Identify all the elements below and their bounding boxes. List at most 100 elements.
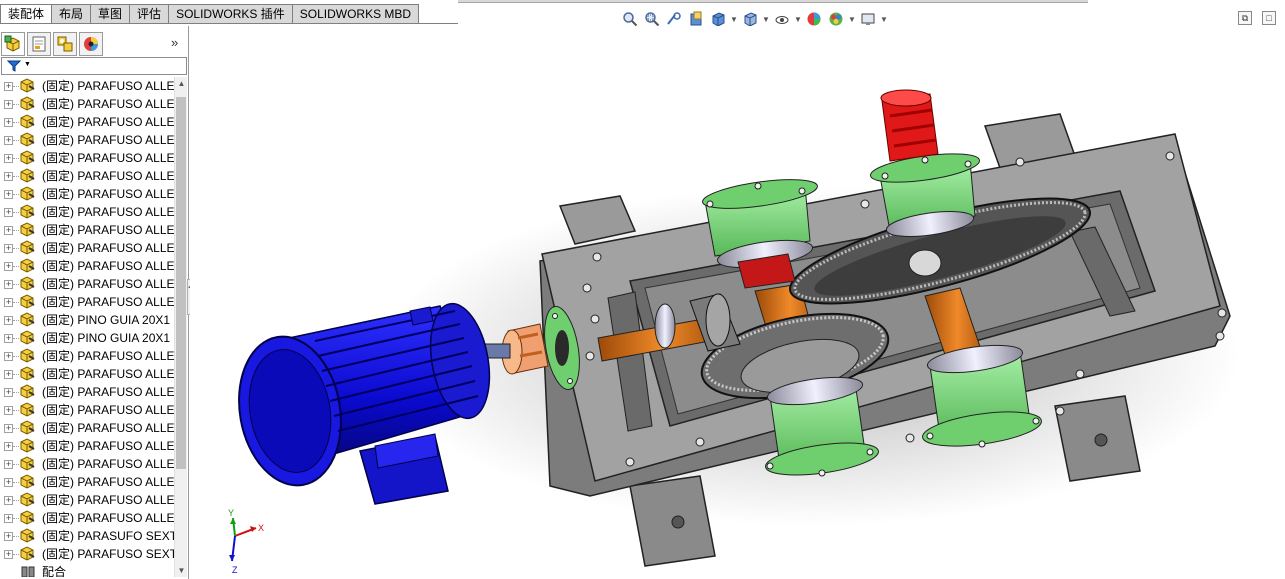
fixed-prefix: (固定) [42, 295, 74, 309]
tree-item[interactable]: + (固定) PARAFUSO ALLE [0, 185, 174, 203]
tree-item[interactable]: + (固定) PARAFUSO ALLE [0, 473, 174, 491]
tab-assembly[interactable]: 装配体 [0, 4, 53, 24]
expand-toggle[interactable]: + [4, 442, 13, 451]
tree-item[interactable]: + (固定) PARAFUSO ALLE [0, 491, 174, 509]
expand-toggle[interactable]: + [4, 208, 13, 217]
expand-toggle[interactable]: + [4, 226, 13, 235]
expand-toggle[interactable]: + [4, 172, 13, 181]
expand-toggle[interactable]: + [4, 136, 13, 145]
scroll-up-arrow[interactable]: ▲ [175, 77, 188, 90]
tree-item[interactable]: + (固定) PARAFUSO ALLE [0, 221, 174, 239]
maximize-viewport-icon[interactable]: □ [1262, 11, 1276, 25]
expand-toggle[interactable]: + [4, 298, 13, 307]
part-name: PARAFUSO ALLE [77, 295, 174, 309]
output-coupling[interactable] [880, 89, 939, 162]
graphics-area[interactable]: X Y Z [190, 26, 1285, 579]
expand-toggle[interactable]: + [4, 82, 13, 91]
display-style-dropdown[interactable]: ▼ [762, 15, 770, 24]
tree-item[interactable]: + (固定) PARAFUSO ALLE [0, 203, 174, 221]
tree-item[interactable]: + (固定) PARAFUSO ALLE [0, 113, 174, 131]
expand-toggle[interactable]: + [4, 406, 13, 415]
part-name: PARAFUSO ALLE [77, 241, 174, 255]
part-name: PARAFUSO ALLE [77, 475, 174, 489]
tree-item[interactable]: + (固定) PARAFUSO ALLE [0, 77, 174, 95]
scroll-thumb[interactable] [176, 97, 186, 469]
fixed-prefix: (固定) [42, 331, 74, 345]
part-name: PARAFUSO ALLE [77, 97, 174, 111]
expand-toggle[interactable]: + [4, 550, 13, 559]
expand-toggle[interactable]: + [4, 532, 13, 541]
tree-item[interactable]: + (固定) PARAFUSO ALLE [0, 347, 174, 365]
more-tabs-button[interactable]: » [171, 35, 178, 50]
expand-toggle[interactable]: + [4, 244, 13, 253]
displaymanager-tab-icon[interactable] [79, 32, 103, 56]
tab-baseline [0, 23, 458, 24]
apply-scene-dropdown[interactable]: ▼ [848, 15, 856, 24]
view-settings-dropdown[interactable]: ▼ [880, 15, 888, 24]
triad-y-label: Y [228, 508, 234, 518]
tab-solidworks-mbd[interactable]: SOLIDWORKS MBD [292, 4, 420, 24]
tree-item[interactable]: + (固定) PARAFUSO SEXT [0, 545, 174, 563]
tree-item[interactable]: + (固定) PARAFUSO ALLE [0, 257, 174, 275]
part-name: PARAFUSO ALLE [77, 115, 174, 129]
fixed-prefix: (固定) [42, 475, 74, 489]
expand-toggle[interactable]: + [4, 370, 13, 379]
tree-item-label: (固定) PARAFUSO SEXT [42, 545, 174, 563]
expand-toggle[interactable]: + [4, 460, 13, 469]
expand-toggle[interactable]: + [4, 154, 13, 163]
filter-icon[interactable] [6, 60, 22, 75]
tree-item-label: (固定) PARAFUSO ALLE [42, 185, 174, 203]
tab-evaluate[interactable]: 评估 [130, 4, 170, 24]
tree-item[interactable]: + (固定) PARAFUSO ALLE [0, 95, 174, 113]
tab-layout[interactable]: 布局 [52, 4, 92, 24]
expand-toggle[interactable]: + [4, 478, 13, 487]
expand-toggle[interactable]: + [4, 118, 13, 127]
view-orientation-dropdown[interactable]: ▼ [730, 15, 738, 24]
expand-toggle[interactable]: + [4, 424, 13, 433]
scroll-down-arrow[interactable]: ▼ [175, 564, 188, 577]
part-icon [18, 420, 36, 436]
expand-toggle[interactable]: + [4, 262, 13, 271]
tree-item[interactable]: + (固定) PARAFUSO ALLE [0, 509, 174, 527]
tree-item-mates[interactable]: 配合 [0, 563, 174, 577]
expand-toggle[interactable]: + [4, 352, 13, 361]
tree-filter[interactable]: ▼ [1, 57, 187, 75]
hide-show-items-dropdown[interactable]: ▼ [794, 15, 802, 24]
tree-item[interactable]: + (固定) PARAFUSO ALLE [0, 383, 174, 401]
tree-item[interactable]: + (固定) PARAFUSO ALLE [0, 149, 174, 167]
expand-toggle[interactable]: + [4, 316, 13, 325]
tree-scrollbar[interactable]: ▲ ▼ [174, 77, 187, 577]
expand-toggle[interactable]: + [4, 496, 13, 505]
expand-toggle[interactable]: + [4, 334, 13, 343]
restore-viewport-icon[interactable]: ⧉ [1238, 11, 1252, 25]
expand-toggle[interactable]: + [4, 190, 13, 199]
assembly-model-view[interactable]: X Y Z [190, 26, 1285, 579]
tree-item[interactable]: + (固定) PARAFUSO ALLE [0, 167, 174, 185]
tree-item[interactable]: + (固定) PARAFUSO ALLE [0, 293, 174, 311]
filter-dropdown-caret[interactable]: ▼ [24, 61, 31, 68]
tree-item[interactable]: + (固定) PARAFUSO ALLE [0, 239, 174, 257]
tree-item[interactable]: + (固定) PARAFUSO ALLE [0, 131, 174, 149]
tree-item[interactable]: + (固定) PARAFUSO ALLE [0, 401, 174, 419]
fixed-prefix: (固定) [42, 493, 74, 507]
tree-item[interactable]: + (固定) PARAFUSO ALLE [0, 437, 174, 455]
toolbar-edge [458, 0, 1088, 3]
expand-toggle[interactable]: + [4, 388, 13, 397]
tab-sketch[interactable]: 草图 [91, 4, 131, 24]
expand-toggle[interactable]: + [4, 100, 13, 109]
tree-item[interactable]: + (固定) PARAFUSO ALLE [0, 275, 174, 293]
propertymanager-tab-icon[interactable] [27, 32, 51, 56]
tree-item-label: (固定) PARAFUSO ALLE [42, 113, 174, 131]
expand-toggle[interactable]: + [4, 280, 13, 289]
tree-item[interactable]: + (固定) PARAFUSO ALLE [0, 365, 174, 383]
featuremanager-tab-icon[interactable] [1, 32, 25, 56]
tree-item[interactable]: + (固定) PINO GUIA 20X1 [0, 311, 174, 329]
expand-toggle[interactable]: + [4, 514, 13, 523]
tree-item[interactable]: + (固定) PINO GUIA 20X1 [0, 329, 174, 347]
tree-item[interactable]: + (固定) PARASUFO SEXT [0, 527, 174, 545]
configurationmanager-tab-icon[interactable] [53, 32, 77, 56]
tree-item[interactable]: + (固定) PARAFUSO ALLE [0, 455, 174, 473]
tree-item[interactable]: + (固定) PARAFUSO ALLE [0, 419, 174, 437]
fixed-prefix: (固定) [42, 97, 74, 111]
tab-solidworks-addins[interactable]: SOLIDWORKS 插件 [169, 4, 293, 24]
